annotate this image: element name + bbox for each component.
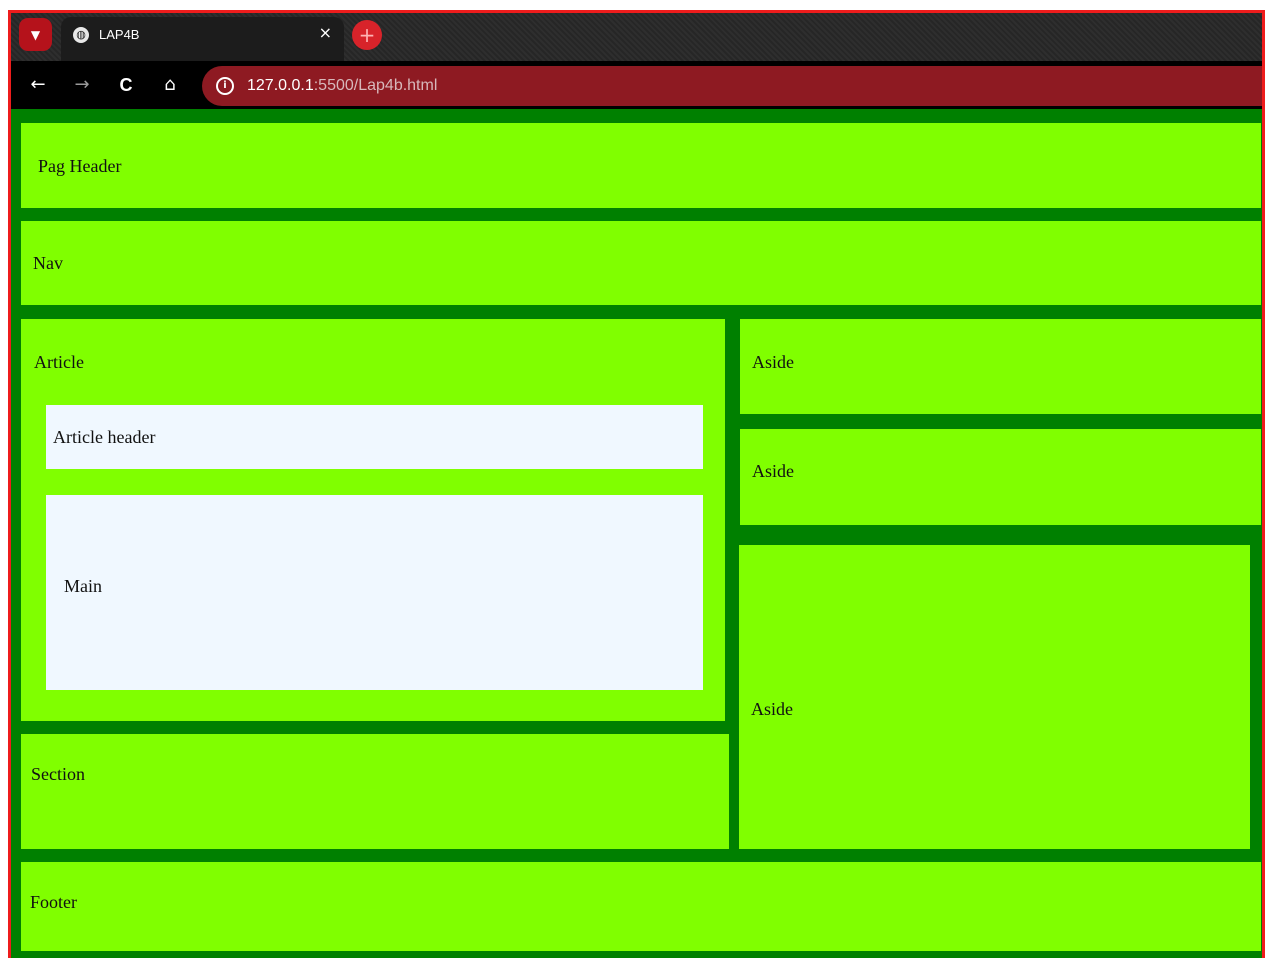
aside-label-2: Aside [752,461,794,481]
page-header-label: Pag Header [38,156,122,176]
url-host: 127.0.0.1 [247,77,314,94]
site-info-icon[interactable]: i [216,77,234,95]
article-label: Article [34,352,84,372]
page-header: Pag Header [21,123,1261,208]
article-header-label: Article header [53,427,156,447]
tab-strip: ▼ ◍ LAP4B × + [11,13,1262,61]
main-label: Main [64,576,102,596]
chevron-down-icon: ▼ [30,27,41,42]
reload-button[interactable]: C [114,73,138,97]
section-box: Section [21,734,729,849]
main-box: Main [46,495,703,690]
tab-lap4b[interactable]: ◍ LAP4B × [61,17,344,61]
article-box: Article Article header Main [21,319,725,721]
footer-label: Footer [30,892,77,912]
aside-box-3: Aside [739,545,1250,849]
address-bar[interactable]: i 127.0.0.1:5500/Lap4b.html [202,66,1262,106]
aside-label-3: Aside [751,699,793,719]
tab-search-button[interactable]: ▼ [19,18,52,51]
section-label: Section [31,764,85,784]
home-button[interactable]: ⌂ [158,73,182,97]
address-url[interactable]: 127.0.0.1:5500/Lap4b.html [247,77,437,95]
footer-box: Footer [21,862,1261,951]
nav-label: Nav [33,253,63,273]
browser-toolbar: ← → C ⌂ i 127.0.0.1:5500/Lap4b.html [11,61,1262,109]
browser-window: ▼ ◍ LAP4B × + ← → C ⌂ i 127.0.0.1:5500/L… [8,10,1265,958]
aside-box-2: Aside [740,429,1261,525]
globe-icon: ◍ [73,27,89,43]
tab-title: LAP4B [99,27,140,42]
forward-button[interactable]: → [70,73,94,97]
article-header-box: Article header [46,405,703,469]
nav-box: Nav [21,221,1261,305]
back-button[interactable]: ← [26,73,50,97]
aside-box-1: Aside [740,319,1261,414]
new-tab-button[interactable]: + [352,20,382,50]
aside-label-1: Aside [752,352,794,372]
url-path: :5500/Lap4b.html [313,77,438,94]
page-content: Pag Header Nav Article Article header Ma… [11,109,1262,958]
tab-close-icon[interactable]: × [319,23,332,42]
